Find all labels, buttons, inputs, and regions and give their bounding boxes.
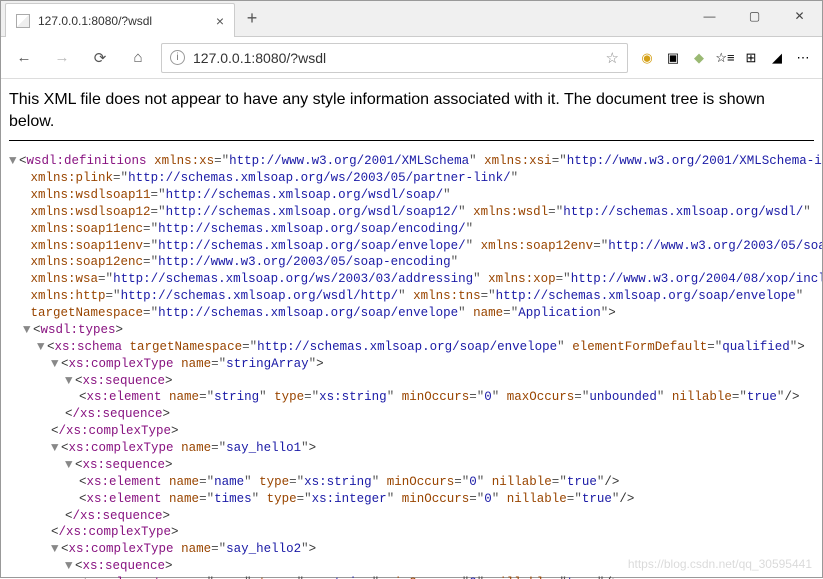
minimize-button[interactable]: — [687, 1, 732, 31]
url-text: 127.0.0.1:8080/?wsdl [193, 50, 598, 66]
tree-caret[interactable]: ▼ [37, 339, 47, 356]
browser-tab[interactable]: 127.0.0.1:8080/?wsdl × [5, 3, 235, 37]
extension-icon-2[interactable]: ▣ [662, 47, 684, 69]
tree-caret[interactable]: ▼ [51, 541, 61, 558]
xml-notice: This XML file does not appear to have an… [9, 89, 814, 141]
watermark: https://blog.csdn.net/qq_30595441 [628, 557, 812, 571]
maximize-button[interactable]: ▢ [732, 1, 777, 31]
page-icon [16, 14, 30, 28]
collections-button[interactable]: ⊞ [740, 47, 762, 69]
xml-tree: ▼<wsdl:definitions xmlns:xs="http://www.… [9, 153, 814, 579]
profile-icon[interactable]: ◢ [766, 47, 788, 69]
favorites-button[interactable]: ☆≡ [714, 47, 736, 69]
titlebar: 127.0.0.1:8080/?wsdl × + — ▢ ✕ [1, 1, 822, 37]
menu-button[interactable]: ⋯ [792, 47, 814, 69]
extension-icon-1[interactable]: ◉ [636, 47, 658, 69]
tree-caret[interactable]: ▼ [51, 356, 61, 373]
extension-icon-3[interactable]: ◆ [688, 47, 710, 69]
favorite-icon[interactable]: ☆ [606, 49, 619, 67]
extensions: ◉ ▣ ◆ ☆≡ ⊞ ◢ ⋯ [636, 47, 814, 69]
tree-caret[interactable]: ▼ [9, 153, 19, 170]
home-button[interactable]: ⌂ [123, 43, 153, 73]
page-content[interactable]: This XML file does not appear to have an… [1, 79, 822, 579]
site-info-icon[interactable]: i [170, 50, 185, 65]
refresh-button[interactable]: ⟳ [85, 43, 115, 73]
tree-caret[interactable]: ▼ [51, 440, 61, 457]
back-button[interactable]: ← [9, 43, 39, 73]
window-controls: — ▢ ✕ [687, 1, 822, 31]
forward-button[interactable]: → [47, 43, 77, 73]
new-tab-button[interactable]: + [235, 1, 269, 35]
tab-close-icon[interactable]: × [216, 13, 224, 29]
toolbar: ← → ⟳ ⌂ i 127.0.0.1:8080/?wsdl ☆ ◉ ▣ ◆ ☆… [1, 37, 822, 79]
tree-caret[interactable]: ▼ [65, 373, 75, 390]
close-button[interactable]: ✕ [777, 1, 822, 31]
tree-caret[interactable]: ▼ [65, 558, 75, 575]
address-bar[interactable]: i 127.0.0.1:8080/?wsdl ☆ [161, 43, 628, 73]
tree-caret[interactable]: ▼ [65, 457, 75, 474]
tree-caret[interactable]: ▼ [23, 322, 33, 339]
tab-title: 127.0.0.1:8080/?wsdl [38, 14, 152, 28]
